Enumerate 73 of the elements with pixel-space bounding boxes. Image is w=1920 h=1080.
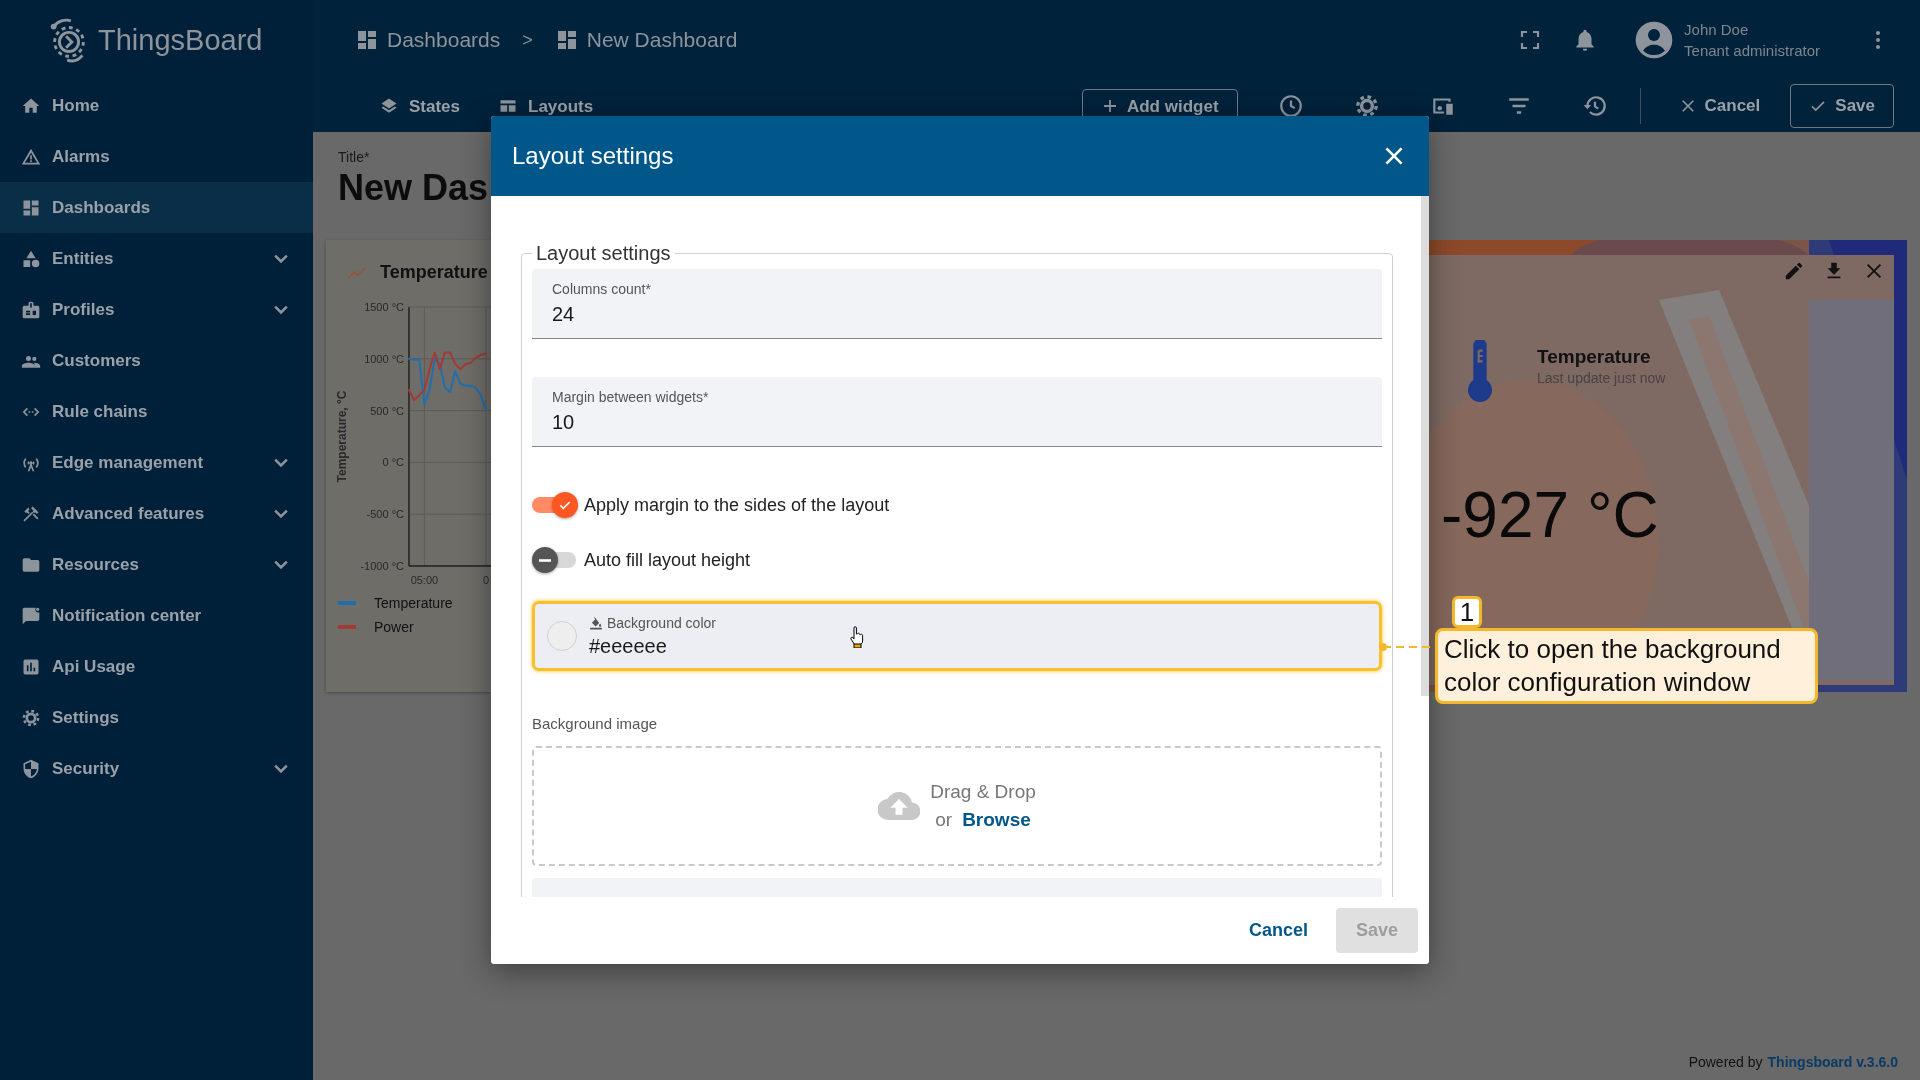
badge-icon: [21, 299, 41, 320]
drop-hint: or: [935, 809, 953, 831]
sidebar-item[interactable]: Customers: [0, 335, 313, 386]
annotation-callout: Click to open the background color configuration window: [1435, 628, 1818, 704]
dashboard-title: New Das: [338, 166, 489, 210]
scrollbar[interactable]: [1421, 196, 1429, 696]
dialog-title: Layout settings: [512, 142, 674, 170]
y-tick-label: 1500 °C: [364, 301, 404, 313]
shapes-icon: [21, 248, 41, 269]
y-tick-label: -500 °C: [366, 508, 404, 521]
toggle-label: Apply margin to the sides of the layout: [584, 494, 890, 516]
dashboard-icon: [355, 28, 379, 52]
drop-hint: Drag & Drop: [930, 781, 1036, 803]
shield-icon: [21, 758, 41, 779]
settings-icon[interactable]: [1353, 93, 1380, 119]
input-field[interactable]: Margin between widgets* 10: [532, 377, 1382, 447]
user-role: Tenant administrator: [1684, 42, 1820, 59]
history-icon[interactable]: [1581, 93, 1608, 119]
toggle-switch[interactable]: [532, 492, 578, 518]
x-tick-label: 05:00: [410, 574, 439, 586]
paint-bucket-icon: [589, 615, 603, 630]
background-image-label: Background image: [532, 715, 659, 732]
cancel-button[interactable]: Cancel: [1238, 910, 1318, 951]
pencil-icon[interactable]: [1783, 260, 1805, 282]
app-name: ThingsBoard: [98, 23, 263, 57]
powered-by-text: Powered by: [1688, 1054, 1763, 1070]
sidebar-item[interactable]: Dashboards: [0, 182, 313, 233]
sidebar-item[interactable]: Home: [0, 80, 313, 131]
toggle-switch[interactable]: [532, 547, 578, 573]
layouts-tab[interactable]: Layouts: [498, 96, 594, 116]
cancel-button[interactable]: Cancel: [1672, 95, 1767, 117]
sidebar-item[interactable]: Edge management: [0, 437, 313, 488]
sidebar-item[interactable]: Api Usage: [0, 641, 313, 692]
temperature-value: -927 °C: [1440, 478, 1660, 552]
y-axis-label: Temperature, °C: [335, 390, 349, 483]
color-swatch: [547, 621, 577, 651]
y-tick-label: 0 °C: [382, 456, 404, 469]
y-tick-label: 1000 °C: [364, 352, 404, 365]
step-number: 1: [1452, 596, 1482, 628]
widget-title: Temperature: [1537, 346, 1652, 368]
y-tick-label: 500 °C: [370, 404, 404, 417]
sidebar-item[interactable]: Rule chains: [0, 386, 313, 437]
clock-icon[interactable]: [1277, 93, 1304, 119]
sidebar-item[interactable]: Notification center: [0, 590, 313, 641]
minus-icon: [539, 558, 551, 562]
breadcrumb-link[interactable]: Dashboards: [355, 28, 501, 52]
user-name: John Doe: [1684, 21, 1750, 38]
group-title: Layout settings: [535, 242, 672, 265]
save-button[interactable]: Save: [1790, 84, 1894, 128]
browse-link[interactable]: Browse: [962, 809, 1031, 831]
legend-label: Temperature: [374, 595, 453, 611]
color-field[interactable]: Background color #eeeeee: [532, 601, 1382, 671]
sidebar-item[interactable]: Entities: [0, 233, 313, 284]
sidebar-item[interactable]: Security: [0, 743, 313, 794]
sidebar-item[interactable]: Settings: [0, 692, 313, 743]
y-tick-label: -1000 °C: [360, 560, 404, 572]
breadcrumb-separator: >: [522, 29, 533, 51]
title-label: Title*: [338, 149, 370, 165]
legend-label: Power: [374, 619, 414, 635]
states-tab[interactable]: States: [379, 96, 461, 116]
settings-icon: [21, 707, 41, 728]
avatar-icon[interactable]: [1634, 20, 1675, 60]
hand-cursor-icon: [849, 626, 865, 648]
sidebar-item[interactable]: Alarms: [0, 131, 313, 182]
sidebar-item[interactable]: Resources: [0, 539, 313, 590]
drop-zone[interactable]: Drag & Drop or Browse: [532, 746, 1382, 866]
input-field[interactable]: Columns count* 24: [532, 269, 1382, 339]
toggle-label: Auto fill layout height: [584, 549, 751, 571]
chat-icon: [21, 605, 41, 626]
sidebar-item[interactable]: Profiles: [0, 284, 313, 335]
sidebar-item[interactable]: Advanced features: [0, 488, 313, 539]
widget-title: Temperature: [380, 262, 488, 283]
breadcrumb-current: New Dashboard: [554, 28, 738, 52]
